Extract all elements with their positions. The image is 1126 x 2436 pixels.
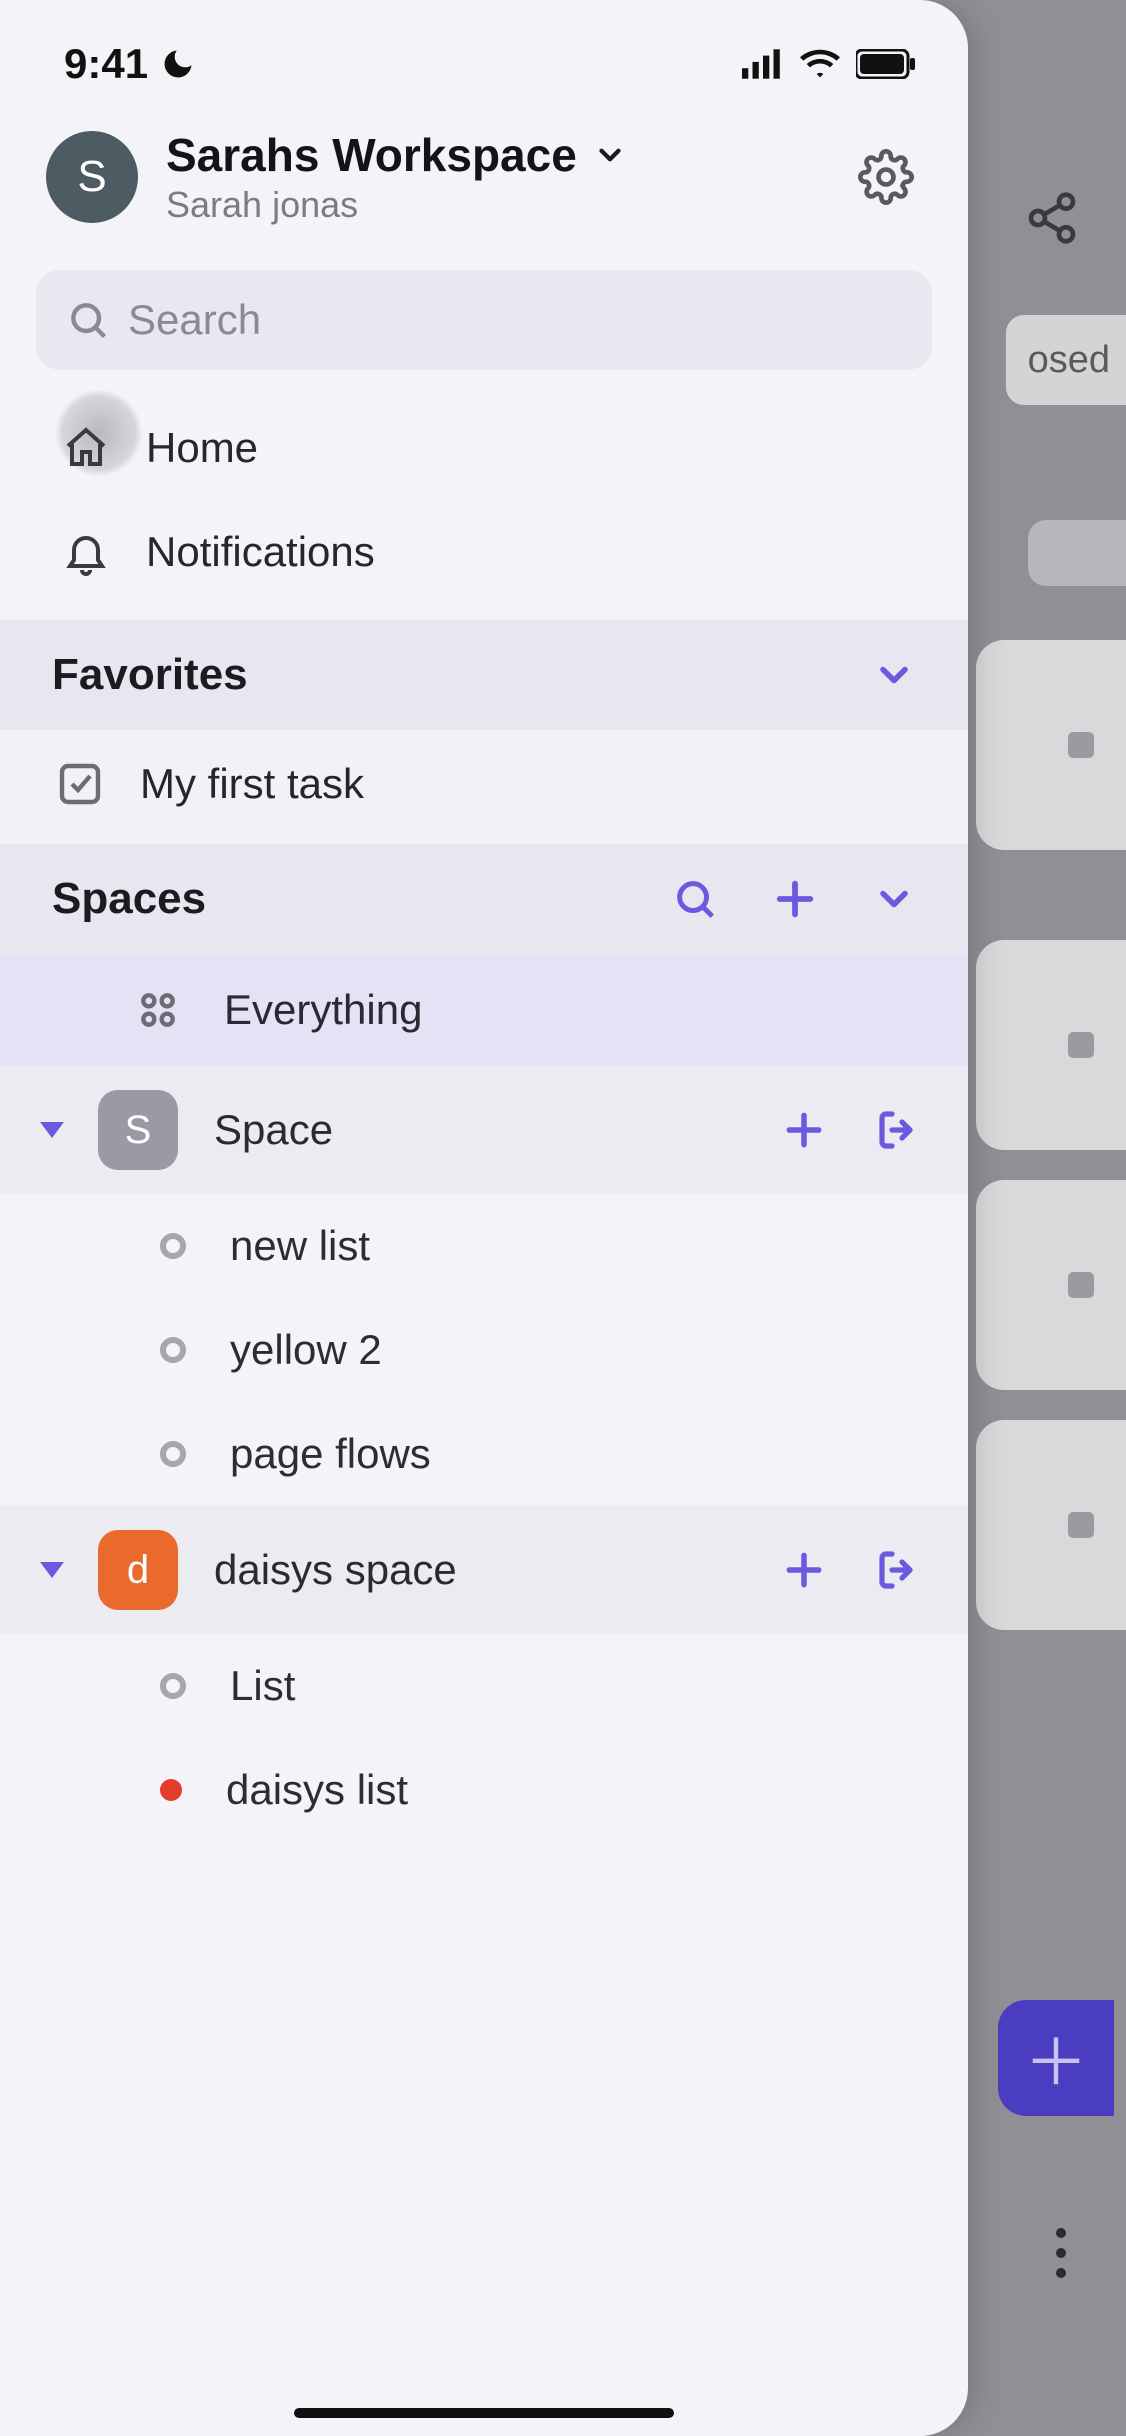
workspace-name: Sarahs Workspace [166,128,577,182]
chevron-down-icon[interactable] [872,877,916,921]
nav-home[interactable]: Home [0,396,968,500]
favorite-label: My first task [140,760,364,808]
bell-icon [62,528,110,576]
workspace-avatar[interactable]: S [46,131,138,223]
everything-label: Everything [224,986,422,1034]
battery-icon [856,49,916,79]
workspace-user: Sarah jonas [166,184,850,226]
nav-label: Home [146,424,258,472]
settings-button[interactable] [850,141,922,213]
list-item[interactable]: daisys list [0,1738,968,1842]
search-spaces-button[interactable] [672,876,718,922]
moon-icon [160,46,196,82]
space-label: Space [214,1106,333,1154]
list-label: new list [230,1222,370,1270]
expand-triangle-icon[interactable] [40,1562,64,1578]
section-title: Spaces [52,874,206,924]
background-strip [1028,520,1126,586]
list-item[interactable]: yellow 2 [0,1298,968,1402]
status-time: 9:41 [64,40,148,88]
list-bullet-icon [160,1337,186,1363]
list-label: List [230,1662,295,1710]
cellular-icon [742,49,784,79]
list-item[interactable]: new list [0,1194,968,1298]
list-bullet-icon [160,1673,186,1699]
open-space-icon[interactable] [874,1546,922,1594]
section-spaces: Spaces [0,844,968,954]
background-fab-add: ＋ [998,2000,1114,2116]
nav-label: Notifications [146,528,375,576]
space-item[interactable]: S Space [0,1066,968,1194]
task-checkbox-icon [56,760,104,808]
add-list-button[interactable] [782,1108,826,1152]
favorite-item[interactable]: My first task [0,730,968,844]
background-card [976,1180,1126,1390]
home-icon [62,424,110,472]
home-indicator [294,2408,674,2418]
list-label: daisys list [226,1766,408,1814]
background-card [976,940,1126,1150]
section-favorites[interactable]: Favorites [0,620,968,730]
background-more-dots [1056,2228,1066,2278]
side-drawer: 9:41 S Sarahs Workspace [0,0,968,2436]
list-bullet-icon [160,1233,186,1259]
add-space-button[interactable] [772,876,818,922]
search-input[interactable]: Search [36,270,932,370]
everything-icon [136,988,180,1032]
background-filter-chip: osed [1006,315,1126,405]
space-badge: S [98,1090,178,1170]
nav-notifications[interactable]: Notifications [0,500,968,604]
open-space-icon[interactable] [874,1106,922,1154]
workspace-switcher[interactable]: Sarahs Workspace [166,128,850,182]
space-item[interactable]: d daisys space [0,1506,968,1634]
list-bullet-icon [160,1441,186,1467]
expand-triangle-icon[interactable] [40,1122,64,1138]
list-item[interactable]: List [0,1634,968,1738]
space-badge: d [98,1530,178,1610]
search-placeholder: Search [128,296,261,344]
chevron-down-icon [593,138,627,172]
background-card [976,1420,1126,1630]
list-bullet-icon [160,1779,182,1801]
list-label: yellow 2 [230,1326,382,1374]
spaces-everything[interactable]: Everything [0,954,968,1066]
section-title: Favorites [52,650,248,700]
search-icon [66,298,110,342]
list-label: page flows [230,1430,431,1478]
share-icon [1024,190,1080,246]
add-list-button[interactable] [782,1548,826,1592]
background-card [976,640,1126,850]
chevron-down-icon [872,653,916,697]
workspace-header: S Sarahs Workspace Sarah jonas [0,98,968,250]
space-label: daisys space [214,1546,457,1594]
wifi-icon [800,49,840,79]
status-bar: 9:41 [0,0,968,98]
list-item[interactable]: page flows [0,1402,968,1506]
